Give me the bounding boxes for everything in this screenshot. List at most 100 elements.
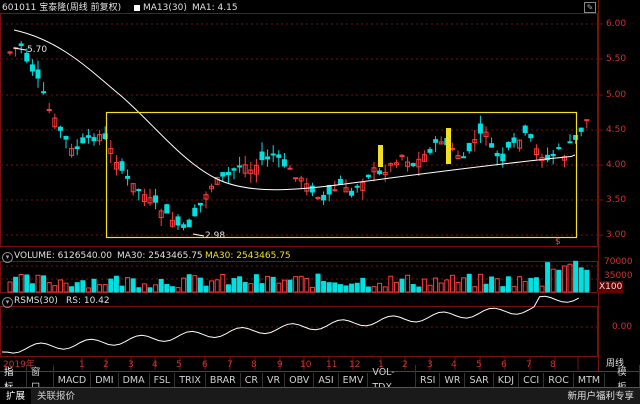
volume-panel-icon[interactable]: ▾ <box>2 252 13 263</box>
volume-bar <box>337 284 343 293</box>
tab-related-quotes[interactable]: 关联报价 <box>31 389 81 404</box>
candle-body <box>175 216 181 226</box>
tab-roc[interactable]: ROC <box>544 372 574 388</box>
rsms-label: RSMS(30) <box>14 296 58 306</box>
settings-icon[interactable]: ✎ <box>584 2 596 13</box>
candle-body <box>192 207 198 217</box>
candle-body <box>550 153 556 157</box>
volume-bar <box>63 282 69 293</box>
volume-ma30-b: MA30: 2543465.75 <box>205 251 291 261</box>
tab-emv[interactable]: EMV <box>339 372 369 388</box>
ma-line <box>13 29 576 191</box>
new-user-promo-link[interactable]: 新用户福利专享 <box>561 389 640 404</box>
candle-body <box>29 64 35 72</box>
candle-body <box>220 172 226 177</box>
tab-dma[interactable]: DMA <box>119 372 150 388</box>
volume-bar <box>7 281 13 293</box>
volume-bar <box>41 275 47 293</box>
candle-body <box>231 168 237 171</box>
highlight-candle <box>446 128 451 164</box>
volume-bar <box>494 278 500 293</box>
tab-rsi[interactable]: RSI <box>416 372 441 388</box>
candle-body <box>461 156 467 159</box>
tab-dmi[interactable]: DMI <box>91 372 119 388</box>
ma13-label: MA13(30) <box>143 3 187 13</box>
volume-bar <box>483 283 489 293</box>
candle-body <box>153 195 159 203</box>
tab-trix[interactable]: TRIX <box>175 372 206 388</box>
tab-obv[interactable]: OBV <box>285 372 315 388</box>
volume-bar <box>175 287 181 293</box>
month-label: 6 <box>501 360 507 370</box>
volume-bar <box>197 277 203 293</box>
tab-sar[interactable]: SAR <box>465 372 494 388</box>
candle-body <box>265 156 271 160</box>
candle-body <box>427 149 433 153</box>
tab-vr[interactable]: VR <box>263 372 286 388</box>
volume-bar <box>377 282 383 293</box>
month-label: 3 <box>128 360 134 370</box>
ma1-value: MA1: 4.15 <box>192 3 238 13</box>
bottom-bar: 扩展 关联报价 新用户福利专享 <box>0 387 640 404</box>
volume-bar <box>304 277 310 293</box>
volume-bar <box>164 283 170 293</box>
volume-bar <box>466 273 472 293</box>
high-price-annotation: 5.70 <box>27 45 48 55</box>
tab-brar[interactable]: BRAR <box>206 372 241 388</box>
volume-bar <box>220 273 226 293</box>
tab-kdj[interactable]: KDJ <box>494 372 520 388</box>
volume-bar <box>455 281 461 293</box>
candle-body <box>365 174 371 178</box>
tab-extend[interactable]: 扩展 <box>0 388 32 404</box>
volume-bar <box>281 279 287 293</box>
volume-bar <box>438 282 444 293</box>
tab-fsl[interactable]: FSL <box>150 372 176 388</box>
candle-body <box>332 189 338 192</box>
volume-bar <box>382 286 388 293</box>
volume-bar <box>186 274 192 293</box>
volume-bar <box>365 286 371 293</box>
candle-body <box>270 153 276 156</box>
tab-cr[interactable]: CR <box>241 372 263 388</box>
candle-body <box>181 224 187 228</box>
volume-bar <box>24 274 30 293</box>
volume-bar <box>522 280 528 293</box>
volume-ma30: MA30: 2543465.75 <box>117 251 203 261</box>
stock-chart[interactable] <box>0 0 640 371</box>
candle-body <box>377 170 383 175</box>
indicator-tab-bar: 指标 窗口 MACD DMI DMA FSL TRIX BRAR CR VR O… <box>0 365 640 395</box>
tab-mtm[interactable]: MTM <box>574 372 606 388</box>
volume-bar <box>85 287 91 293</box>
volume-bar <box>136 287 142 293</box>
volume-bar <box>410 284 416 293</box>
tab-asi[interactable]: ASI <box>314 372 339 388</box>
candle-body <box>505 141 511 148</box>
candle-body <box>354 185 360 188</box>
candle-body <box>500 153 506 162</box>
ma-legend-swatch <box>134 5 140 11</box>
tab-wr[interactable]: WR <box>440 372 466 388</box>
rsms-value: RS: 10.42 <box>66 296 110 306</box>
volume-bar <box>573 260 579 293</box>
price-tick: 4.50 <box>606 125 627 135</box>
volume-bar <box>259 283 265 293</box>
tab-macd[interactable]: MACD <box>54 372 92 388</box>
volume-bar <box>578 267 584 293</box>
candle-body <box>321 194 327 201</box>
volume-bar <box>472 286 478 293</box>
tab-cci[interactable]: CCI <box>519 372 545 388</box>
month-label: 5 <box>176 360 182 370</box>
volume-bar <box>130 278 136 293</box>
low-price-annotation: 2.98 <box>205 231 226 241</box>
volume-bar <box>528 278 534 293</box>
volume-bar <box>225 284 231 293</box>
month-label: 7 <box>526 360 532 370</box>
rsms-panel-icon[interactable]: ▾ <box>2 297 13 308</box>
signal-marker: $ <box>555 237 561 247</box>
volume-bar <box>550 268 556 293</box>
volume-bar <box>545 262 551 293</box>
month-label: 11 <box>326 360 338 370</box>
volume-bar <box>343 285 349 293</box>
candle-body <box>433 139 439 143</box>
volume-bar <box>231 278 237 293</box>
